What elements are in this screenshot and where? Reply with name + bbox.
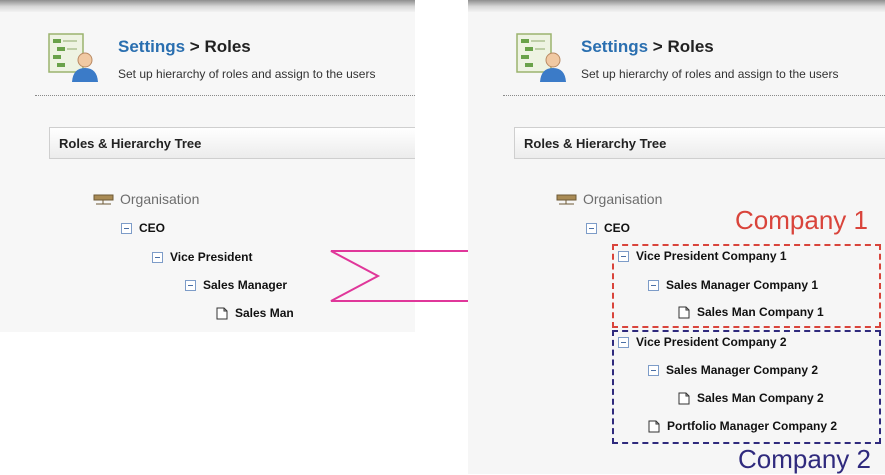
tree-node-vice-president[interactable]: Vice President (152, 250, 253, 264)
tree-node-label: Vice President (170, 250, 253, 264)
document-icon (678, 392, 690, 404)
company-2-label: Company 2 (738, 444, 871, 474)
breadcrumb-separator: > (648, 37, 668, 56)
divider (35, 95, 415, 96)
tree-node-label: Sales Man Company 2 (697, 391, 824, 405)
tree-node-label: Vice President Company 1 (636, 249, 787, 263)
tree-node-label: Sales Manager Company 2 (666, 363, 819, 377)
collapse-toggle-icon[interactable] (618, 250, 629, 262)
tree-node-label: Sales Man (235, 306, 294, 320)
document-icon (648, 420, 660, 432)
tree-node-label: Sales Manager (203, 278, 288, 292)
breadcrumb-current: Roles (667, 37, 714, 56)
tree-node-sm-company-2[interactable]: Sales Manager Company 2 (648, 363, 818, 377)
tree-node-portfolio-manager-company-2[interactable]: Portfolio Manager Company 2 (648, 419, 837, 433)
divider (503, 95, 885, 96)
section-header: Roles & Hierarchy Tree (49, 127, 415, 159)
collapse-toggle-icon[interactable] (648, 364, 659, 376)
collapse-toggle-icon[interactable] (618, 336, 629, 348)
tree-node-vp-company-1[interactable]: Vice President Company 1 (618, 249, 787, 263)
tree-node-ceo[interactable]: CEO (121, 221, 165, 235)
breadcrumb-current: Roles (204, 37, 251, 56)
tree-node-label: Vice President Company 2 (636, 335, 787, 349)
collapse-toggle-icon[interactable] (586, 222, 597, 234)
tree-node-sm-company-1[interactable]: Sales Manager Company 1 (648, 278, 818, 292)
network-icon (556, 194, 577, 204)
section-title: Roles & Hierarchy Tree (59, 136, 202, 151)
tree-node-ceo[interactable]: CEO (586, 221, 630, 235)
company-1-label: Company 1 (735, 205, 868, 235)
tree-node-label: CEO (604, 221, 631, 235)
breadcrumb-separator: > (185, 37, 205, 56)
section-title: Roles & Hierarchy Tree (524, 136, 667, 151)
page-subtitle: Set up hierarchy of roles and assign to … (581, 67, 839, 81)
settings-roles-icon (48, 33, 98, 82)
page-title: Settings > Roles (118, 37, 251, 57)
tree-node-sales-man[interactable]: Sales Man (216, 306, 294, 320)
tree-node-label: Sales Man Company 1 (697, 305, 824, 319)
collapse-toggle-icon[interactable] (185, 279, 196, 291)
tree-node-label: Organisation (583, 191, 663, 207)
settings-roles-icon (516, 33, 566, 82)
window-top-bar (0, 0, 415, 12)
page-title: Settings > Roles (581, 37, 714, 57)
breadcrumb-settings-link[interactable]: Settings (581, 37, 648, 56)
section-header: Roles & Hierarchy Tree (514, 127, 885, 159)
window-top-bar (468, 0, 885, 12)
tree-node-label: Sales Manager Company 1 (666, 278, 819, 292)
tree-node-organisation[interactable]: Organisation (556, 191, 662, 207)
document-icon (216, 307, 228, 319)
tree-node-label: Organisation (120, 191, 200, 207)
network-icon (93, 194, 114, 204)
page-subtitle: Set up hierarchy of roles and assign to … (118, 67, 376, 81)
tree-node-sales-manager[interactable]: Sales Manager (185, 278, 287, 292)
roles-panel-after: Settings > Roles Set up hierarchy of rol… (468, 0, 885, 474)
tree-node-label: CEO (139, 221, 166, 235)
collapse-toggle-icon[interactable] (152, 251, 163, 263)
tree-node-salesman-company-2[interactable]: Sales Man Company 2 (678, 391, 824, 405)
collapse-toggle-icon[interactable] (121, 222, 132, 234)
document-icon (678, 306, 690, 318)
tree-node-label: Portfolio Manager Company 2 (667, 419, 838, 433)
collapse-toggle-icon[interactable] (648, 279, 659, 291)
tree-node-vp-company-2[interactable]: Vice President Company 2 (618, 335, 787, 349)
tree-node-salesman-company-1[interactable]: Sales Man Company 1 (678, 305, 824, 319)
tree-node-organisation[interactable]: Organisation (93, 191, 199, 207)
breadcrumb-settings-link[interactable]: Settings (118, 37, 185, 56)
